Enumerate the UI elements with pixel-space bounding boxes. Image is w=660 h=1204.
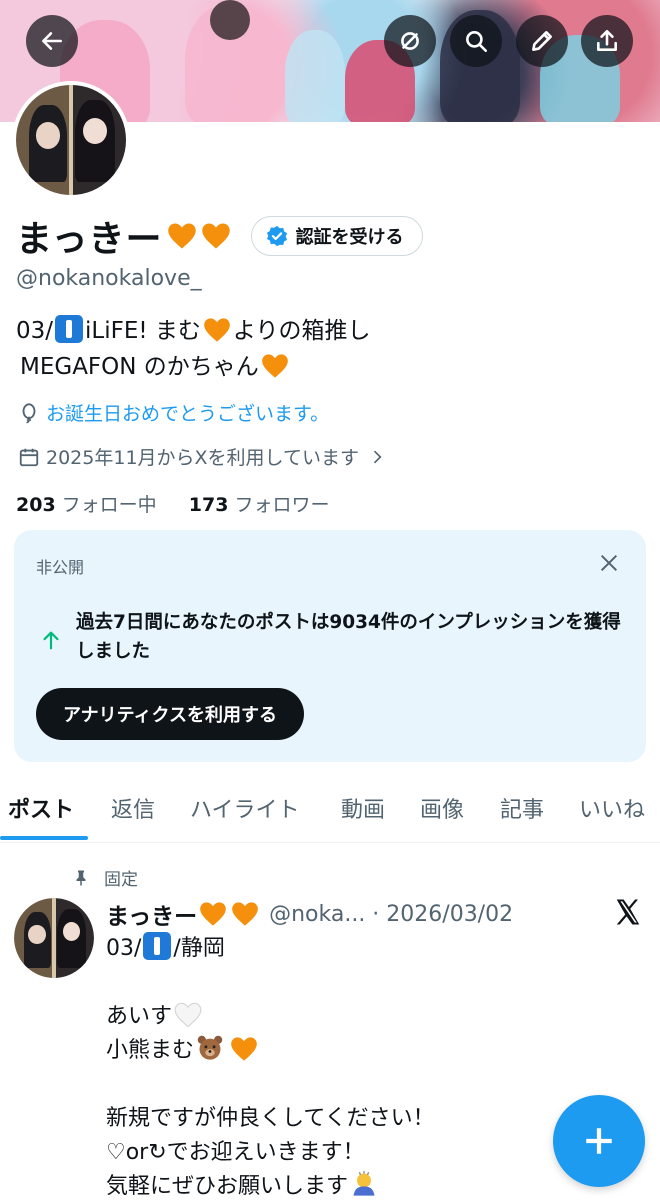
share-icon	[597, 29, 617, 51]
post-line-3: 小熊まむ	[106, 1038, 195, 1063]
close-card-button[interactable]	[598, 552, 620, 574]
info-emoji-icon	[55, 315, 84, 343]
post-line-1-prefix: 03/	[106, 936, 142, 961]
profile-bio: 03/iLiFE! まむ よりの箱推し MEGAFON のかちゃん	[16, 313, 370, 385]
following-count: 203	[16, 494, 56, 516]
arrow-up-icon	[43, 631, 59, 650]
back-button[interactable]	[26, 15, 78, 67]
tab-highlights[interactable]: ハイライト	[190, 792, 300, 824]
mute-button[interactable]	[384, 15, 436, 67]
post-line-6: 気軽にぜひお願いします	[106, 1174, 349, 1199]
pinned-indicator: 固定	[72, 865, 138, 890]
tab-replies[interactable]: 返信	[111, 792, 155, 824]
compose-post-button[interactable]	[553, 1095, 645, 1187]
arrow-left-icon	[42, 32, 62, 50]
orange-heart-icon	[167, 223, 196, 249]
chevron-right-icon	[373, 450, 382, 463]
post-header: まっきー @noka... · 2026/03/02	[106, 897, 513, 931]
profile-name: まっきー	[16, 219, 163, 260]
analytics-button[interactable]: アナリティクスを利用する	[36, 688, 305, 740]
profile-tabs: ポスト 返信 ハイライト 動画 画像 記事 いいね	[0, 784, 660, 843]
tab-articles[interactable]: 記事	[500, 792, 544, 824]
following-link[interactable]: 203 フォロー中	[16, 494, 157, 516]
bio-text: iLiFE! まむ	[85, 318, 201, 344]
post-line-1-suffix: /静岡	[173, 936, 225, 961]
get-verified-label: 認証を受ける	[295, 227, 404, 248]
pinned-label: 固定	[104, 870, 138, 890]
active-tab-indicator	[0, 836, 88, 840]
balloon-icon	[22, 402, 36, 423]
analytics-card: 非公開 過去7日間にあなたのポストは9034件のインプレッションを獲得しました …	[14, 530, 646, 762]
close-icon	[600, 554, 618, 572]
calendar-icon	[19, 448, 39, 466]
joined-line[interactable]: 2025年11月からXを利用しています	[18, 443, 393, 470]
bio-prefix: 03/	[16, 318, 54, 344]
bio-suffix: よりの箱推し	[232, 318, 371, 344]
get-verified-button[interactable]: 認証を受ける	[250, 216, 423, 256]
edit-icon	[532, 31, 552, 51]
impressions-message: 過去7日間にあなたのポストは9034件のインプレッションを獲得しました	[76, 612, 621, 662]
tab-likes[interactable]: いいね	[579, 792, 645, 824]
pin-icon	[76, 870, 86, 885]
share-button[interactable]	[581, 15, 633, 67]
post-line-4: 新規ですが仲良くしてください！	[106, 1106, 435, 1131]
profile-name-row: まっきー 認証を受ける	[16, 210, 423, 262]
white-heart-icon	[174, 1002, 202, 1028]
birthday-line[interactable]: お誕生日おめでとうございます。	[18, 399, 329, 426]
post-avatar[interactable]	[14, 898, 94, 978]
pencil-slash-icon	[401, 32, 419, 50]
plus-icon	[586, 1128, 612, 1154]
post-line-5: ♡or↻でお迎えいきます！	[106, 1140, 365, 1165]
followers-link[interactable]: 173 フォロワー	[189, 494, 330, 516]
tab-images[interactable]: 画像	[420, 792, 464, 824]
followers-label: フォロワー	[234, 494, 330, 516]
post-body: 03/ /静岡 あいす小熊まむ 新規ですが仲良くしてください！ ♡or↻でお迎えいき…	[106, 932, 435, 1204]
orange-heart-icon	[200, 902, 226, 926]
bear-icon	[197, 1035, 223, 1060]
search-button[interactable]	[450, 15, 502, 67]
following-label: フォロー中	[61, 494, 157, 516]
joined-text: 2025年11月からXを利用しています	[46, 447, 359, 469]
tab-posts[interactable]: ポスト	[8, 792, 74, 824]
followers-count: 173	[188, 494, 229, 516]
edit-button[interactable]	[516, 15, 568, 67]
profile-handle: @nokanokalove_	[16, 266, 202, 291]
post-author-name[interactable]: まっきー	[106, 897, 197, 931]
orange-heart-icon	[204, 318, 230, 342]
verified-badge-icon	[266, 225, 287, 247]
orange-heart-icon	[201, 223, 230, 249]
orange-heart-icon	[231, 1037, 257, 1061]
orange-heart-icon	[232, 902, 258, 926]
tab-videos[interactable]: 動画	[341, 792, 385, 824]
post-meta: @noka... · 2026/03/02	[269, 901, 514, 927]
post-line-2: あいす	[106, 1004, 173, 1029]
private-label: 非公開	[36, 558, 85, 577]
orange-heart-icon	[261, 354, 288, 378]
bowing-person-icon	[353, 1171, 375, 1196]
birthday-text: お誕生日おめでとうございます。	[46, 403, 330, 425]
search-icon	[466, 31, 488, 53]
bio-line-2: MEGAFON のかちゃん	[20, 354, 259, 380]
x-logo-icon	[616, 899, 640, 925]
profile-avatar[interactable]	[12, 81, 130, 199]
info-emoji-icon	[143, 932, 172, 960]
follow-stats: 203 フォロー中 173 フォロワー	[16, 490, 329, 517]
